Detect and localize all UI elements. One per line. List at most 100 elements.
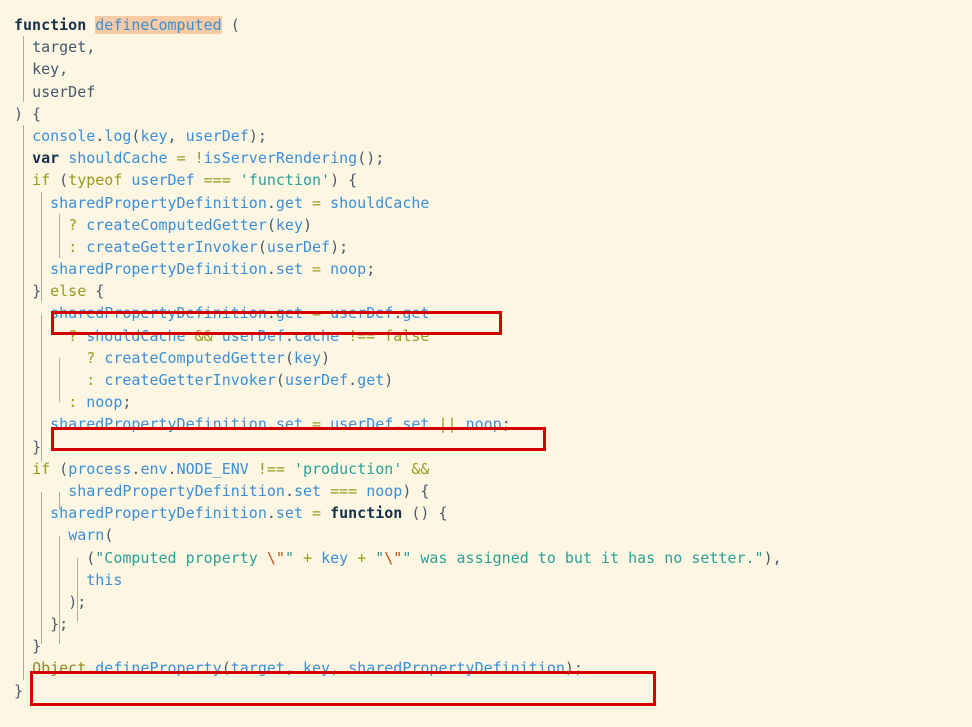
code-line[interactable]: }	[0, 635, 972, 657]
identifier-token: shouldCache	[86, 326, 186, 345]
code-line[interactable]: ? createComputedGetter(key)	[0, 347, 972, 369]
function-call-token: warn	[68, 526, 105, 545]
operator-token: ===	[203, 171, 231, 190]
punctuation-token: .	[266, 504, 276, 523]
code-line[interactable]: }	[0, 680, 972, 702]
punctuation-token: ),	[763, 548, 782, 567]
keyword-token: function	[330, 504, 403, 523]
punctuation-token: .	[266, 415, 276, 434]
identifier-token: userDef	[266, 237, 331, 256]
highlighted-symbol[interactable]: defineComputed	[95, 16, 222, 34]
identifier-token: noop	[86, 393, 123, 412]
code-line[interactable]: sharedPropertyDefinition.get = userDef.g…	[0, 302, 972, 324]
keyword-token: this	[86, 570, 123, 589]
property-token: set	[293, 481, 322, 500]
property-token: set	[275, 260, 303, 279]
identifier-token: console	[32, 126, 96, 145]
punctuation-token: .	[266, 193, 276, 212]
code-line[interactable]: } else {	[0, 280, 972, 302]
punctuation-token: ;	[122, 393, 132, 412]
code-line[interactable]: if (typeof userDef === 'function') {	[0, 169, 972, 191]
escape-token: \"	[266, 548, 285, 567]
punctuation-token: (	[230, 16, 240, 34]
identifier-token: process	[68, 459, 132, 478]
code-line[interactable]: key,	[0, 58, 972, 80]
code-line[interactable]: Object.defineProperty(target, key, share…	[0, 657, 972, 679]
punctuation-token: ;	[501, 415, 511, 434]
code-line[interactable]: this	[0, 569, 972, 591]
identifier-token: noop	[366, 481, 403, 500]
property-token: cache	[293, 326, 340, 345]
code-line[interactable]: : createGetterInvoker(userDef);	[0, 236, 972, 258]
code-line[interactable]: };	[0, 613, 972, 635]
identifier-token: target	[230, 659, 285, 678]
punctuation-token: ,	[284, 659, 303, 678]
function-call-token: createGetterInvoker	[104, 371, 276, 389]
operator-token: =	[312, 193, 322, 212]
code-line[interactable]: var shouldCache = !isServerRendering();	[0, 147, 972, 169]
punctuation-token: (	[275, 371, 285, 389]
code-line[interactable]: userDef	[0, 81, 972, 103]
code-line[interactable]: );	[0, 591, 972, 613]
keyword-token: typeof	[68, 171, 123, 190]
keyword-token: if	[32, 459, 51, 478]
operator-token: !==	[348, 326, 376, 345]
code-editor[interactable]: function defineComputed ( target, key, u…	[0, 0, 972, 727]
operator-token: !==	[257, 459, 285, 478]
punctuation-token: )	[303, 215, 313, 234]
identifier-token: sharedPropertyDefinition	[50, 415, 267, 434]
identifier-token: noop	[330, 260, 367, 279]
code-line[interactable]: sharedPropertyDefinition.set = noop;	[0, 258, 972, 280]
code-line[interactable]: if (process.env.NODE_ENV !== 'production…	[0, 458, 972, 480]
punctuation-token: (	[284, 348, 294, 367]
identifier-token: userDef	[32, 82, 96, 101]
property-token: NODE_ENV	[176, 459, 249, 478]
punctuation-token: (	[86, 548, 96, 567]
punctuation-token: .	[284, 326, 294, 345]
punctuation-token: );	[330, 237, 349, 256]
identifier-token: userDef	[284, 371, 349, 389]
code-line[interactable]: sharedPropertyDefinition.set === noop) {	[0, 480, 972, 502]
code-line[interactable]: sharedPropertyDefinition.get = shouldCac…	[0, 192, 972, 214]
punctuation-token: .	[95, 126, 105, 145]
punctuation-token: ,	[167, 126, 186, 145]
property-token: get	[275, 193, 303, 212]
punctuation-token: .	[348, 371, 358, 389]
identifier-token: target,	[32, 38, 96, 57]
literal-token: false	[384, 326, 430, 345]
punctuation-token: {	[95, 282, 105, 301]
code-line[interactable]: ) {	[0, 103, 972, 125]
code-line[interactable]: warn(	[0, 524, 972, 546]
punctuation-token: .	[266, 260, 276, 279]
operator-token: =	[312, 504, 322, 523]
identifier-token: userDef	[330, 415, 394, 434]
identifier-token: sharedPropertyDefinition	[68, 481, 285, 500]
code-line[interactable]: : noop;	[0, 391, 972, 413]
punctuation-token: .	[167, 459, 177, 478]
code-line[interactable]: ? shouldCache && userDef.cache !== false	[0, 325, 972, 347]
code-line[interactable]: ? createComputedGetter(key)	[0, 214, 972, 236]
identifier-token: shouldCache	[330, 193, 430, 212]
code-line[interactable]: target,	[0, 36, 972, 58]
identifier-token: sharedPropertyDefinition	[50, 304, 267, 323]
code-line[interactable]: sharedPropertyDefinition.set = function …	[0, 502, 972, 524]
code-line[interactable]: console.log(key, userDef);	[0, 125, 972, 147]
code-line[interactable]: sharedPropertyDefinition.set = userDef.s…	[0, 413, 972, 435]
code-line[interactable]: : createGetterInvoker(userDef.get)	[0, 369, 972, 391]
identifier-token: sharedPropertyDefinition	[348, 659, 565, 678]
code-line[interactable]: ("Computed property \"" + key + "\"" was…	[0, 547, 972, 569]
code-line[interactable]: function defineComputed (	[0, 14, 972, 36]
operator-token: =	[312, 415, 322, 434]
punctuation-token: .	[393, 415, 403, 434]
punctuation-token: (	[257, 237, 267, 256]
operator-token: &&	[411, 459, 430, 478]
operator-token: ?	[86, 348, 96, 367]
punctuation-token: .	[266, 304, 276, 323]
punctuation-token: (	[221, 659, 231, 678]
punctuation-token: )	[384, 371, 394, 389]
global-object-token: Object	[32, 659, 87, 678]
code-line[interactable]: }	[0, 436, 972, 458]
property-token: env	[140, 459, 168, 478]
punctuation-token: ,	[330, 659, 349, 678]
property-token: get	[357, 371, 385, 389]
